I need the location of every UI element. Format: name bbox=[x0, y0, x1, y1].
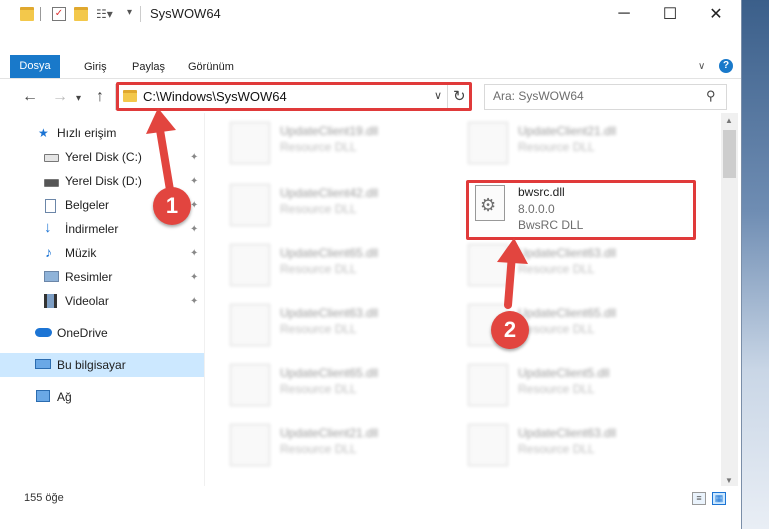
arrow-2-head bbox=[497, 238, 528, 264]
explorer-window: ✓ ☷▾ ▾ SysWOW64 ─ ☐ ✕ Dosya Giriş Paylaş… bbox=[0, 0, 742, 529]
step-2-badge: 2 bbox=[491, 311, 529, 349]
step-1-badge: 1 bbox=[153, 187, 191, 225]
annotation-arrows bbox=[146, 108, 528, 309]
arrow-1-shaft bbox=[156, 126, 174, 194]
arrow-1-head bbox=[146, 108, 176, 134]
